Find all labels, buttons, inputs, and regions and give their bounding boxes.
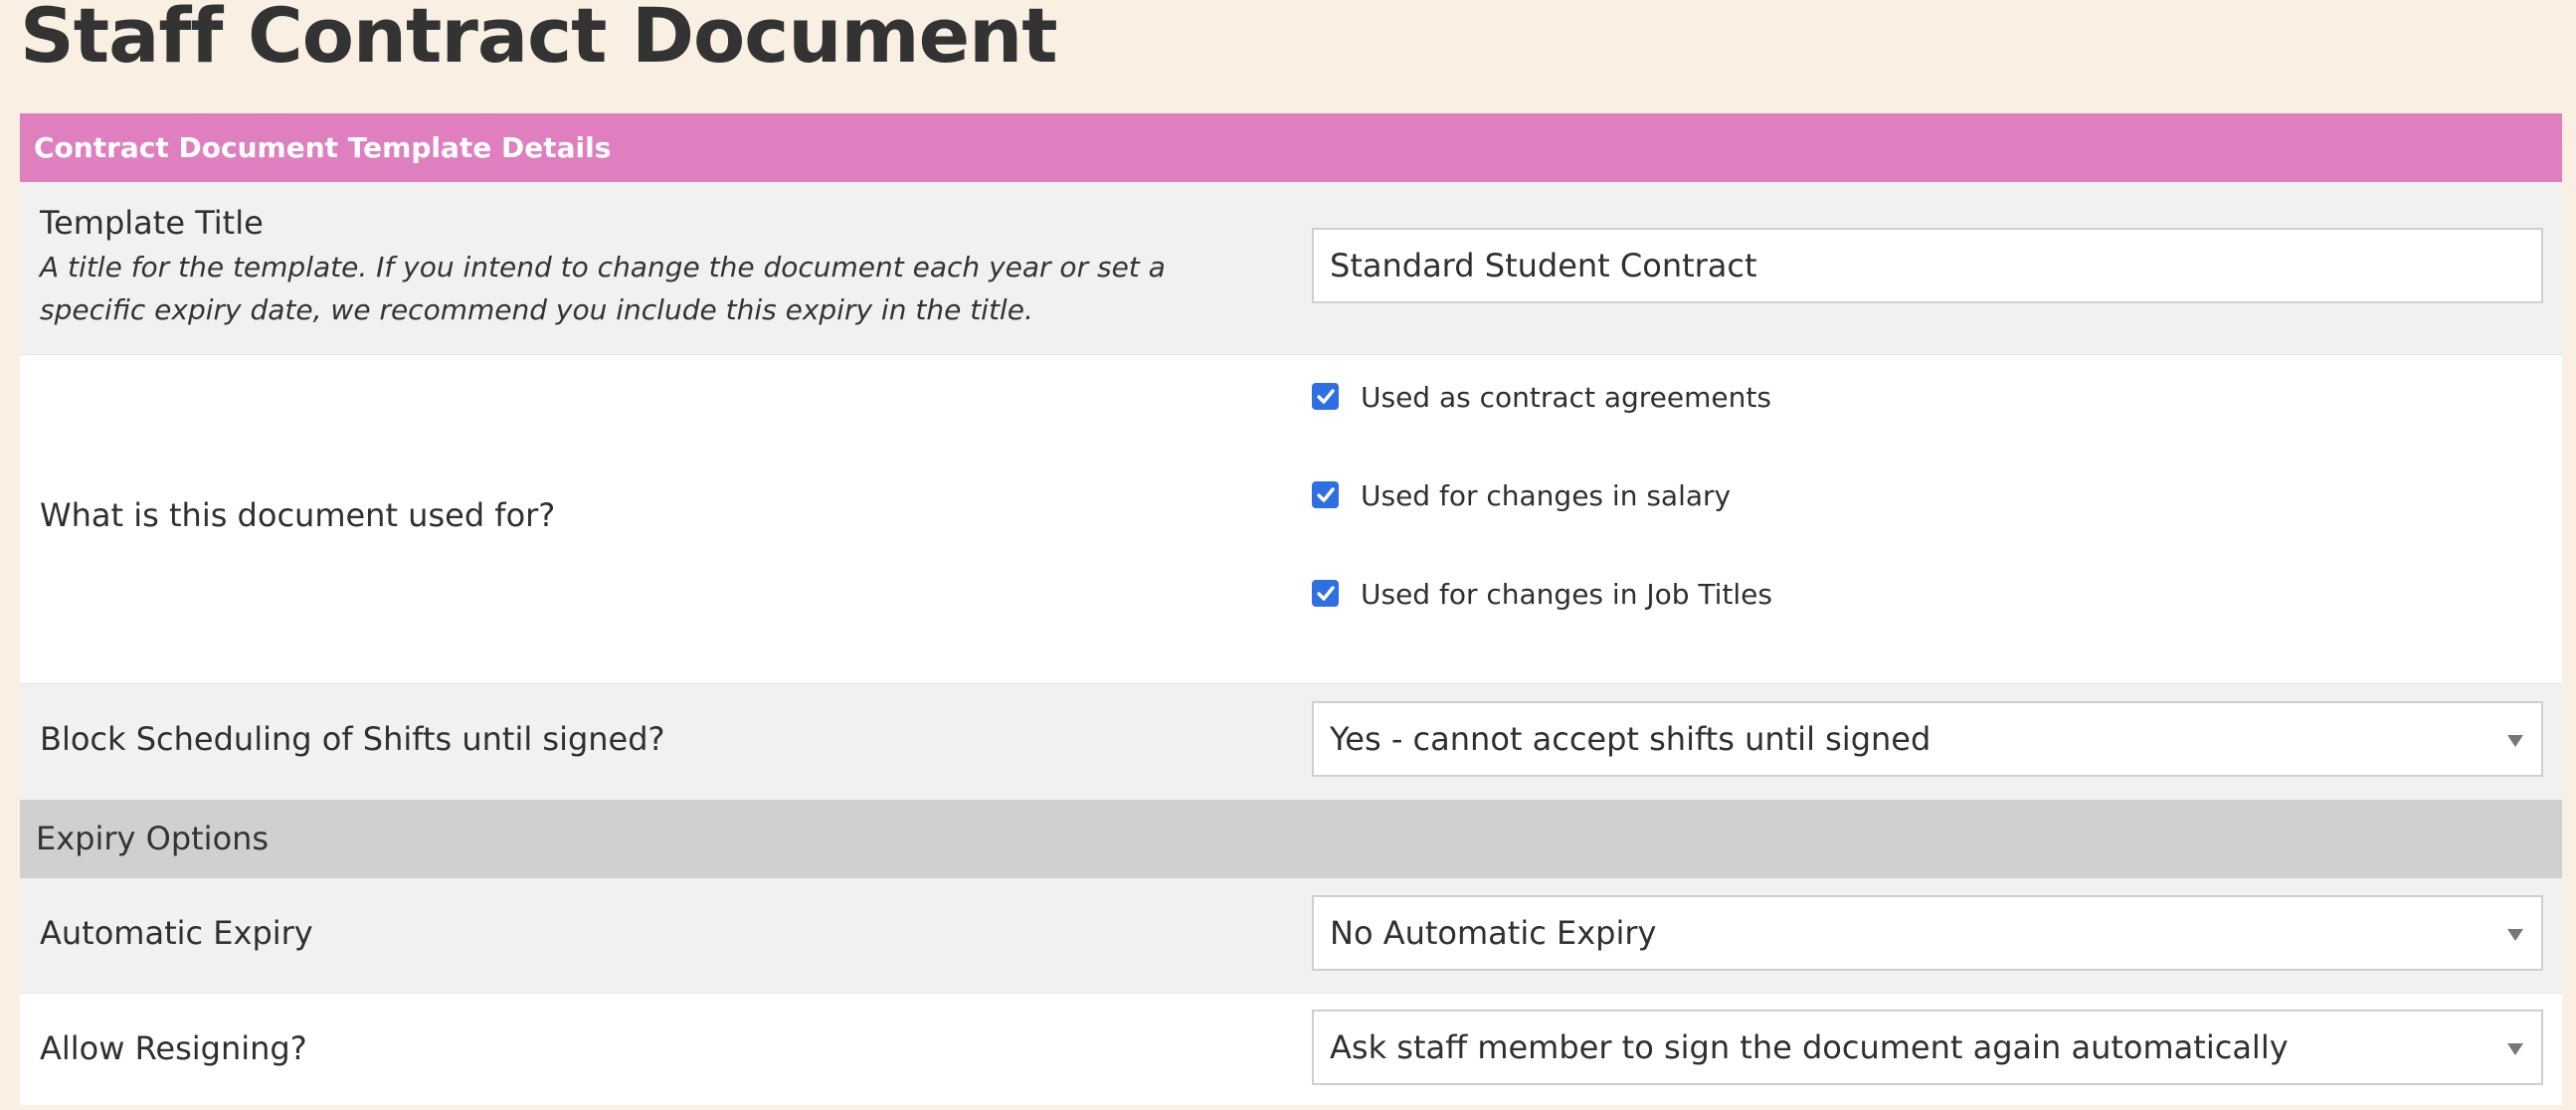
- checkbox-checked-icon[interactable]: [1312, 383, 1339, 410]
- dropdown-caret-icon: [2507, 929, 2523, 941]
- checkbox-checked-icon[interactable]: [1312, 580, 1339, 607]
- template-title-help: A title for the template. If you intend …: [40, 251, 1166, 326]
- allow-resigning-value: Ask staff member to sign the document ag…: [1330, 1028, 2289, 1066]
- block-scheduling-select[interactable]: Yes - cannot accept shifts until signed: [1312, 701, 2543, 777]
- section-header: Contract Document Template Details: [20, 113, 2562, 182]
- automatic-expiry-select[interactable]: No Automatic Expiry: [1312, 895, 2543, 971]
- usage-option-label: Used for changes in Job Titles: [1361, 578, 1772, 611]
- contract-template-form: Contract Document Template Details Templ…: [20, 113, 2562, 1105]
- dropdown-caret-icon: [2507, 1043, 2523, 1055]
- automatic-expiry-value: No Automatic Expiry: [1330, 914, 1657, 952]
- dropdown-caret-icon: [2507, 735, 2523, 747]
- block-scheduling-value: Yes - cannot accept shifts until signed: [1330, 720, 1932, 758]
- template-title-input[interactable]: [1312, 228, 2543, 303]
- allow-resigning-select[interactable]: Ask staff member to sign the document ag…: [1312, 1010, 2543, 1085]
- usage-label: What is this document used for?: [40, 496, 556, 534]
- usage-row: What is this document used for? Used as …: [20, 354, 2562, 683]
- automatic-expiry-row: Automatic Expiry No Automatic Expiry: [20, 878, 2562, 993]
- usage-option-label: Used for changes in salary: [1361, 479, 1732, 512]
- block-scheduling-label: Block Scheduling of Shifts until signed?: [40, 720, 665, 758]
- block-scheduling-row: Block Scheduling of Shifts until signed?…: [20, 683, 2562, 800]
- checkbox-checked-icon[interactable]: [1312, 481, 1339, 508]
- allow-resigning-label: Allow Resigning?: [40, 1029, 307, 1067]
- expiry-options-header: Expiry Options: [20, 800, 2562, 878]
- usage-option-label: Used as contract agreements: [1361, 381, 1771, 414]
- template-title-row: Template Title A title for the template.…: [20, 182, 2562, 354]
- page-title: Staff Contract Document: [20, 0, 1058, 80]
- allow-resigning-row: Allow Resigning? Ask staff member to sig…: [20, 993, 2562, 1105]
- automatic-expiry-label: Automatic Expiry: [40, 914, 313, 952]
- template-title-label: Template Title: [40, 204, 264, 242]
